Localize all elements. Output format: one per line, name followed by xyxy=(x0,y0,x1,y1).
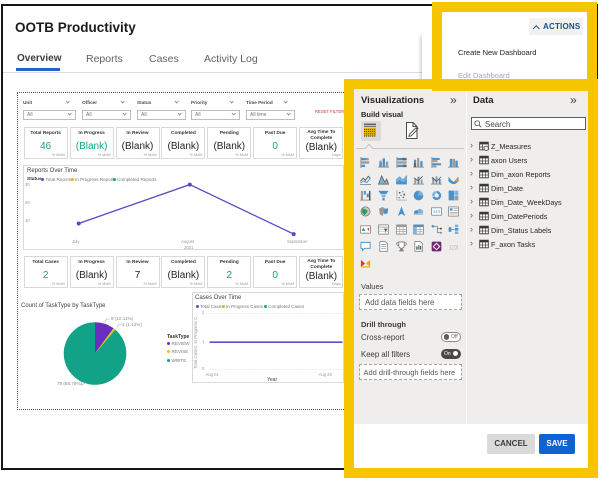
svg-text:123: 123 xyxy=(433,209,441,214)
svg-text:123: 123 xyxy=(448,245,459,251)
